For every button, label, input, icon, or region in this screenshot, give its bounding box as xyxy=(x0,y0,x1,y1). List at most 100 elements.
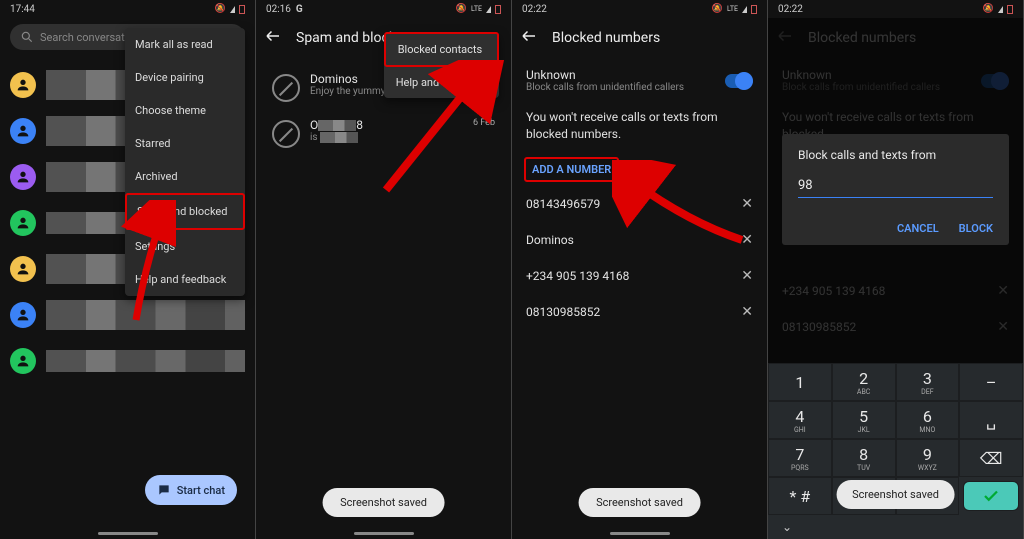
page-title: Blocked numbers xyxy=(552,30,660,46)
menu-device-pairing[interactable]: Device pairing xyxy=(125,61,245,94)
toggle-switch[interactable] xyxy=(725,74,753,88)
menu-spam-blocked[interactable]: Spam and blocked xyxy=(125,193,245,230)
remove-button[interactable]: ✕ xyxy=(741,232,753,248)
blocked-row: 08143496579✕ xyxy=(512,186,767,222)
menu-settings[interactable]: Settings xyxy=(125,230,245,263)
toast-screenshot-saved: Screenshot saved xyxy=(578,488,701,517)
panel-spam-blocked: 02:16 G 🔕 LTE Spam and block Blocked con… xyxy=(256,0,512,539)
avatar xyxy=(10,256,36,282)
key-5[interactable]: 5JKL xyxy=(832,401,896,439)
key-3[interactable]: 3DEF xyxy=(896,363,960,401)
block-icon xyxy=(272,74,300,102)
lte-icon: LTE xyxy=(727,6,738,12)
avatar xyxy=(10,164,36,190)
key-7[interactable]: 7PQRS xyxy=(768,439,832,477)
start-chat-label: Start chat xyxy=(177,484,225,497)
blocked-row: +234 905 139 4168✕ xyxy=(512,258,767,294)
clock: 02:22 xyxy=(522,4,547,15)
key-6[interactable]: 6MNO xyxy=(896,401,960,439)
start-chat-button[interactable]: Start chat xyxy=(145,475,237,505)
conversation-row[interactable] xyxy=(0,338,255,384)
blocked-row: Dominos✕ xyxy=(512,222,767,258)
conversation-row[interactable] xyxy=(0,292,255,338)
clock: 17:44 xyxy=(10,4,35,15)
key-space[interactable]: ␣ xyxy=(959,401,1023,439)
arrow-left-icon xyxy=(520,27,538,45)
status-icons: 🔕 LTE xyxy=(456,4,501,14)
keypad-collapse-row[interactable]: ⌄ xyxy=(768,515,1023,539)
status-bar: 17:44 🔕 xyxy=(0,0,255,18)
block-button[interactable]: BLOCK xyxy=(959,222,993,235)
battery-icon xyxy=(495,5,501,14)
battery-icon xyxy=(239,5,245,14)
key-4[interactable]: 4GHI xyxy=(768,401,832,439)
page-header: Blocked numbers xyxy=(512,18,767,58)
page-title: Spam and block xyxy=(296,30,396,46)
dnd-icon: 🔕 xyxy=(215,4,226,14)
chat-icon xyxy=(157,483,171,497)
phone-input[interactable]: 98 xyxy=(798,178,993,198)
check-icon xyxy=(982,487,1000,505)
status-icons: 🔕 xyxy=(983,4,1013,14)
avatar xyxy=(10,348,36,374)
dnd-icon: 🔕 xyxy=(712,4,723,14)
lte-icon: LTE xyxy=(471,6,482,12)
key-star-hash[interactable]: * # xyxy=(768,477,832,515)
toast-screenshot-saved: Screenshot saved xyxy=(836,480,955,509)
redacted xyxy=(320,132,358,143)
menu-choose-theme[interactable]: Choose theme xyxy=(125,94,245,127)
nav-pill xyxy=(610,532,670,535)
battery-icon xyxy=(1007,5,1013,14)
clock: 02:22 xyxy=(778,4,803,15)
key-2[interactable]: 2ABC xyxy=(832,363,896,401)
block-icon xyxy=(272,120,300,148)
key-8[interactable]: 8TUV xyxy=(832,439,896,477)
search-icon xyxy=(20,30,34,44)
back-button[interactable] xyxy=(264,27,282,49)
add-number-button[interactable]: ADD A NUMBER xyxy=(524,157,619,182)
key-backspace[interactable]: ⌫ xyxy=(959,439,1023,477)
arrow-left-icon xyxy=(264,27,282,45)
redacted xyxy=(318,120,356,131)
spam-title: O8 xyxy=(310,118,473,132)
avatar xyxy=(10,72,36,98)
dialog-title: Block calls and texts from xyxy=(798,148,993,162)
cancel-button[interactable]: CANCEL xyxy=(897,222,939,235)
note-text: You won't receive calls or texts from bl… xyxy=(512,103,767,153)
menu-archived[interactable]: Archived xyxy=(125,160,245,193)
panel-blocked-numbers: 02:22 🔕 LTE Blocked numbers Unknown Bloc… xyxy=(512,0,768,539)
clock: 02:16 G xyxy=(266,4,303,15)
blocked-row: 08130985852✕ xyxy=(512,294,767,330)
menu-help-feedback[interactable]: Help and feedback xyxy=(384,67,499,98)
spam-subtitle: is xyxy=(310,132,473,143)
spam-row[interactable]: O8 is 6 Feb xyxy=(260,110,507,156)
panel-block-dialog: 02:22 🔕 Blocked numbers Unknown Block ca… xyxy=(768,0,1024,539)
menu-mark-read[interactable]: Mark all as read xyxy=(125,28,245,61)
status-bar: 02:16 G 🔕 LTE xyxy=(256,0,511,18)
key-1[interactable]: 1 xyxy=(768,363,832,401)
redacted xyxy=(46,350,245,372)
unknown-toggle-row[interactable]: Unknown Block calls from unidentified ca… xyxy=(512,58,767,103)
back-button[interactable] xyxy=(520,27,538,49)
signal-icon xyxy=(742,6,747,13)
menu-blocked-contacts[interactable]: Blocked contacts xyxy=(384,32,499,67)
menu-help-feedback[interactable]: Help and feedback xyxy=(125,263,245,296)
spam-date: 6 Feb xyxy=(473,118,495,128)
nav-pill xyxy=(354,532,414,535)
dnd-icon: 🔕 xyxy=(983,4,994,14)
chevron-down-icon: ⌄ xyxy=(782,520,792,534)
overflow-menu: Blocked contacts Help and feedback xyxy=(384,32,499,98)
signal-icon xyxy=(486,6,491,13)
key-dash[interactable]: – xyxy=(959,363,1023,401)
avatar xyxy=(10,118,36,144)
remove-button[interactable]: ✕ xyxy=(741,196,753,212)
status-bar: 02:22 🔕 xyxy=(768,0,1023,18)
key-9[interactable]: 9WXYZ xyxy=(896,439,960,477)
remove-button[interactable]: ✕ xyxy=(741,304,753,320)
block-dialog: Block calls and texts from 98 CANCEL BLO… xyxy=(782,134,1009,245)
key-enter[interactable] xyxy=(963,481,1019,511)
menu-starred[interactable]: Starred xyxy=(125,127,245,160)
search-placeholder: Search conversati xyxy=(40,31,127,44)
status-icons: 🔕 xyxy=(215,4,245,14)
remove-button[interactable]: ✕ xyxy=(741,268,753,284)
